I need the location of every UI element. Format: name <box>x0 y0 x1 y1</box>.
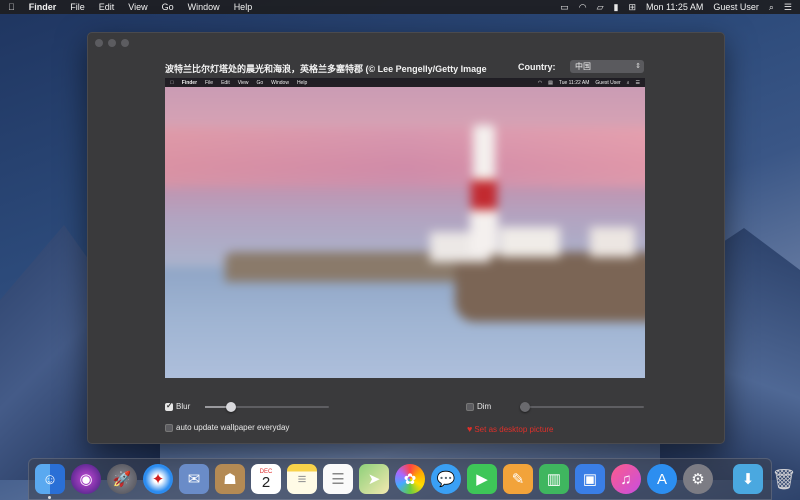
heart-icon: ♥ <box>467 424 473 434</box>
blur-checkbox[interactable] <box>165 401 173 411</box>
country-label: Country: <box>518 62 556 72</box>
calendar-icon[interactable]: DEC 2 <box>251 464 281 494</box>
set-desktop-label: Set as desktop picture <box>474 425 554 434</box>
dim-slider[interactable] <box>520 402 644 412</box>
preview-menu-go: Go <box>252 79 263 86</box>
menu-help[interactable]: Help <box>234 2 253 12</box>
wallpaper-app-window: 波特兰比尔灯塔处的晨光和海浪，英格兰多塞特郡 (© Lee Pengelly/G… <box>87 32 725 444</box>
battery-icon[interactable]: ▮ <box>613 2 618 13</box>
blur-label: Blur <box>176 402 191 411</box>
finder-icon[interactable]: ☺ <box>35 464 65 499</box>
apple-menu-icon[interactable]:  <box>8 2 15 12</box>
preview-menu-help: Help <box>293 79 307 86</box>
display-icon[interactable]: ▭ <box>560 2 569 13</box>
zoom-button[interactable] <box>121 39 129 47</box>
close-button[interactable] <box>95 39 103 47</box>
input-source-icon[interactable]: ⊞ <box>628 2 636 13</box>
preview-menubar:  Finder File Edit View Go Window Help ◠… <box>165 78 645 87</box>
auto-update-label: auto update wallpaper everyday <box>176 423 290 432</box>
airplay-icon[interactable]: ▱ <box>597 2 604 13</box>
spotlight-search-icon[interactable]: ⌕ <box>769 2 774 13</box>
downloads-folder-icon[interactable]: ⬇ <box>733 464 763 494</box>
blur-slider-thumb[interactable] <box>226 402 236 412</box>
photos-icon[interactable]: ✿ <box>395 464 425 494</box>
preview-menu-file: File <box>201 79 213 86</box>
wallpaper-preview:  Finder File Edit View Go Window Help ◠… <box>165 78 645 378</box>
menu-file[interactable]: File <box>70 2 85 12</box>
numbers-icon[interactable]: ▥ <box>539 464 569 494</box>
menu-app-name[interactable]: Finder <box>29 2 57 12</box>
menu-go[interactable]: Go <box>162 2 174 12</box>
wallpaper-caption: 波特兰比尔灯塔处的晨光和海浪，英格兰多塞特郡 (© Lee Pengelly/G… <box>165 64 487 74</box>
menu-view[interactable]: View <box>128 2 147 12</box>
minimize-button[interactable] <box>108 39 116 47</box>
auto-update-checkbox[interactable] <box>165 424 173 432</box>
menu-window[interactable]: Window <box>188 2 220 12</box>
preview-user: Guest User <box>595 79 621 86</box>
notes-icon[interactable]: ≡ <box>287 464 317 494</box>
dim-checkbox[interactable] <box>466 403 474 411</box>
mail-stamp-icon[interactable]: ✉ <box>179 464 209 494</box>
dock: ☺ ◉ 🚀 ✦ ✉ ☗ DEC 2 ≡ ☰ ➤ ✿ 💬 ▶ ✎ ▥ ▣ ♫ A … <box>28 458 797 500</box>
system-preferences-icon[interactable]: ⚙ <box>683 464 713 494</box>
blur-slider[interactable] <box>205 402 329 412</box>
set-desktop-button[interactable]: ♥ Set as desktop picture <box>467 424 554 434</box>
preview-flag-icon: ▤ <box>548 79 553 86</box>
calendar-day: 2 <box>261 473 271 491</box>
country-select[interactable]: 中国 ⇕ <box>570 60 644 73</box>
menubar-user[interactable]: Guest User <box>713 2 759 12</box>
wifi-icon[interactable]: ◠ <box>579 2 587 13</box>
keynote-icon[interactable]: ▣ <box>575 464 605 494</box>
preview-menu-window: Window <box>267 79 289 86</box>
safari-icon[interactable]: ✦ <box>143 464 173 494</box>
preview-app-name: Finder <box>178 79 197 86</box>
contacts-icon[interactable]: ☗ <box>215 464 245 494</box>
running-indicator <box>48 496 51 499</box>
maps-icon[interactable]: ➤ <box>359 464 389 494</box>
menubar:  Finder File Edit View Go Window Help ▭… <box>0 0 800 14</box>
preview-apple-icon:  <box>170 80 174 86</box>
country-select-value: 中国 <box>575 62 591 71</box>
messages-icon[interactable]: 💬 <box>431 464 461 494</box>
preview-clock: Tue 11:22 AM <box>558 79 590 86</box>
window-controls <box>95 39 129 47</box>
app-store-icon[interactable]: A <box>647 464 677 494</box>
trash-icon[interactable]: 🗑 <box>769 464 799 494</box>
reminders-icon[interactable]: ☰ <box>323 464 353 494</box>
chevron-updown-icon: ⇕ <box>635 63 641 70</box>
dim-slider-thumb[interactable] <box>520 402 530 412</box>
preview-menu-edit: Edit <box>217 79 230 86</box>
dim-label: Dim <box>477 402 492 411</box>
notification-center-icon[interactable]: ☰ <box>784 2 792 13</box>
menubar-clock[interactable]: Mon 11:25 AM <box>646 2 703 12</box>
menu-edit[interactable]: Edit <box>99 2 115 12</box>
siri-icon[interactable]: ◉ <box>71 464 101 494</box>
itunes-icon[interactable]: ♫ <box>611 464 641 494</box>
preview-menu-view: View <box>233 79 249 86</box>
pages-icon[interactable]: ✎ <box>503 464 533 494</box>
facetime-icon[interactable]: ▶ <box>467 464 497 494</box>
preview-search-icon: ⌕ <box>626 79 630 86</box>
preview-wifi-icon: ◠ <box>537 79 543 86</box>
launchpad-icon[interactable]: 🚀 <box>107 464 137 494</box>
lighthouse-image <box>165 78 645 378</box>
preview-list-icon: ☰ <box>635 79 640 86</box>
